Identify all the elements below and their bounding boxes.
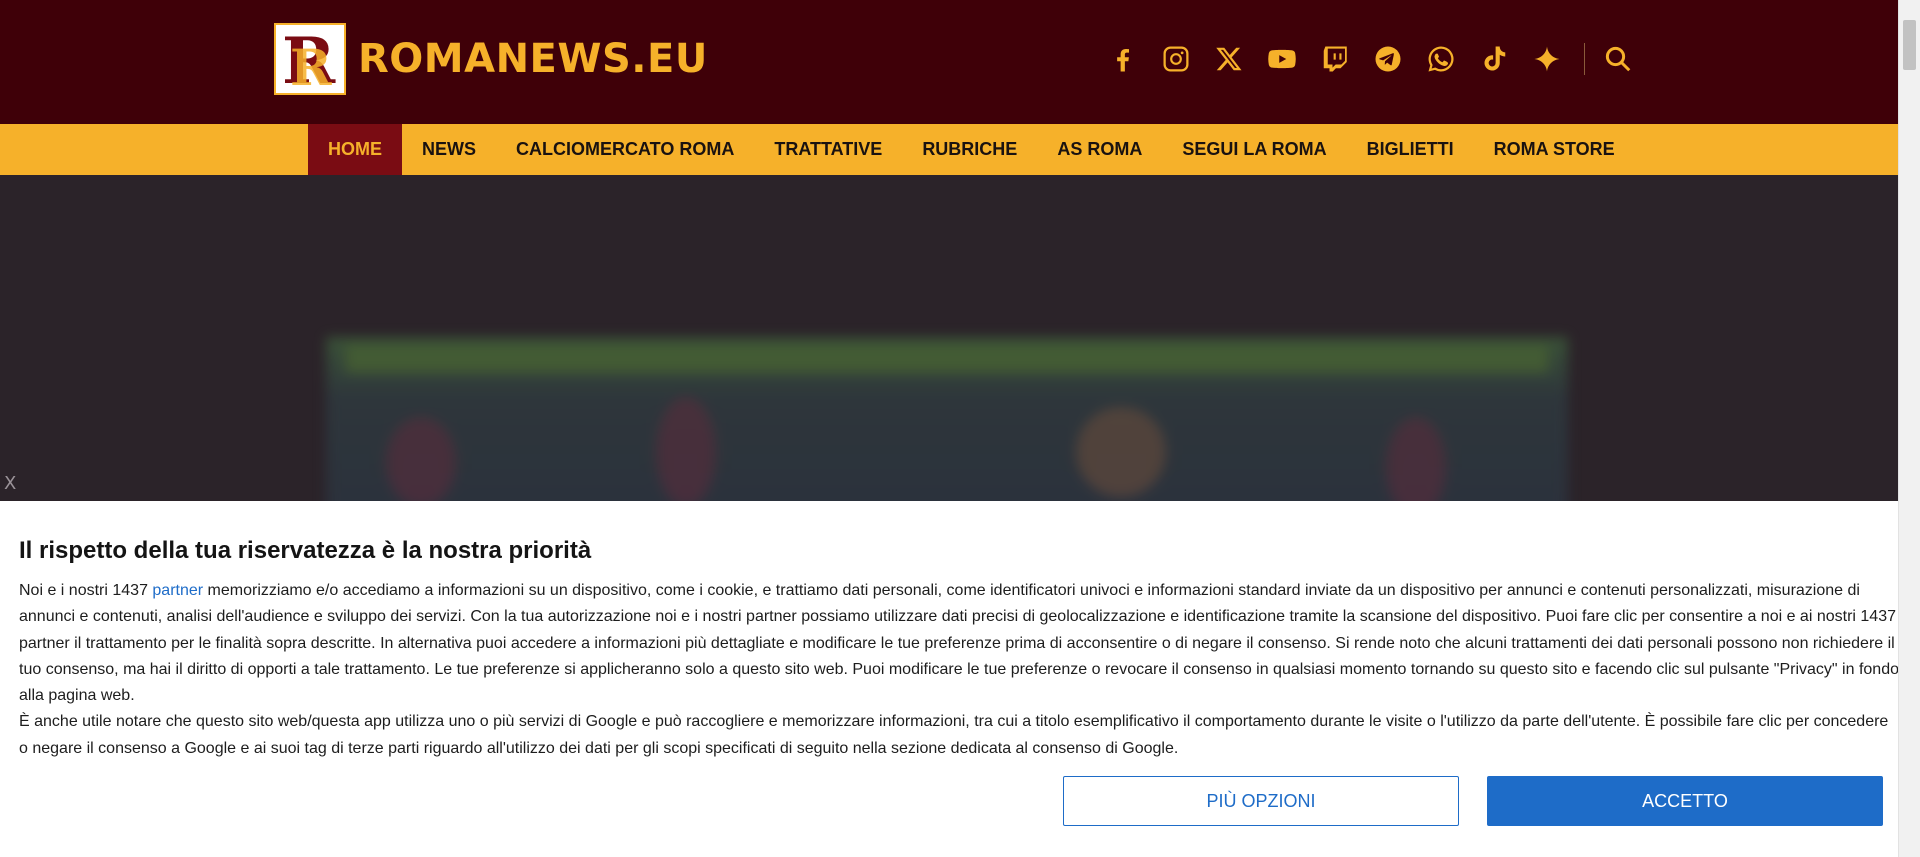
nav-item-biglietti[interactable]: BIGLIETTI (1347, 124, 1474, 175)
scrollbar-thumb[interactable] (1903, 20, 1916, 70)
x-icon[interactable] (1210, 40, 1248, 78)
youtube-icon[interactable] (1263, 40, 1301, 78)
facebook-icon[interactable] (1104, 40, 1142, 78)
consent-paragraph-1: Noi e i nostri 1437 partner memorizziamo… (19, 578, 1898, 709)
star-icon[interactable] (1528, 40, 1566, 78)
twitch-icon[interactable] (1316, 40, 1354, 78)
nav-item-trattative[interactable]: TRATTATIVE (754, 124, 902, 175)
main-nav: HOME NEWS CALCIOMERCATO ROMA TRATTATIVE … (0, 124, 1898, 175)
main-nav-list: HOME NEWS CALCIOMERCATO ROMA TRATTATIVE … (308, 124, 1635, 175)
consent-body: Noi e i nostri 1437 partner memorizziamo… (19, 578, 1898, 762)
page: R R ROMANEWS.EU HOME NEWS CALCIOMERCATO … (0, 0, 1898, 857)
logo-text: ROMANEWS.EU (358, 36, 708, 82)
search-icon[interactable] (1601, 42, 1635, 76)
nav-item-segui-la-roma[interactable]: SEGUI LA ROMA (1162, 124, 1346, 175)
hero-backdrop (0, 175, 1898, 501)
tiktok-icon[interactable] (1475, 40, 1513, 78)
partner-link[interactable]: partner (152, 582, 203, 599)
cookie-consent-dialog: Il rispetto della tua riservatezza è la … (0, 501, 1898, 857)
instagram-icon[interactable] (1157, 40, 1195, 78)
telegram-icon[interactable] (1369, 40, 1407, 78)
hero-image (326, 337, 1568, 501)
whatsapp-icon[interactable] (1422, 40, 1460, 78)
nav-item-home[interactable]: HOME (308, 124, 402, 175)
consent-title: Il rispetto della tua riservatezza è la … (19, 537, 592, 564)
accept-button[interactable]: ACCETTO (1487, 776, 1883, 826)
page-scrollbar[interactable] (1898, 0, 1920, 857)
site-logo[interactable]: R R ROMANEWS.EU (274, 23, 708, 95)
header-divider (1584, 43, 1585, 75)
logo-mark-icon: R R (274, 23, 346, 95)
svg-text:R: R (290, 38, 332, 93)
nav-item-news[interactable]: NEWS (402, 124, 496, 175)
more-options-button[interactable]: PIÙ OPZIONI (1063, 776, 1459, 826)
site-header: R R ROMANEWS.EU (0, 0, 1898, 124)
overlay-close-button[interactable]: X (4, 474, 16, 494)
nav-item-as-roma[interactable]: AS ROMA (1037, 124, 1162, 175)
social-links (1104, 40, 1635, 78)
consent-paragraph-2: È anche utile notare che questo sito web… (19, 713, 1889, 757)
nav-item-calciomercato-roma[interactable]: CALCIOMERCATO ROMA (496, 124, 754, 175)
consent-text: memorizziamo e/o accediamo a informazion… (19, 582, 1898, 705)
nav-item-rubriche[interactable]: RUBRICHE (902, 124, 1037, 175)
nav-item-roma-store[interactable]: ROMA STORE (1474, 124, 1635, 175)
consent-text: Noi e i nostri 1437 (19, 582, 153, 599)
